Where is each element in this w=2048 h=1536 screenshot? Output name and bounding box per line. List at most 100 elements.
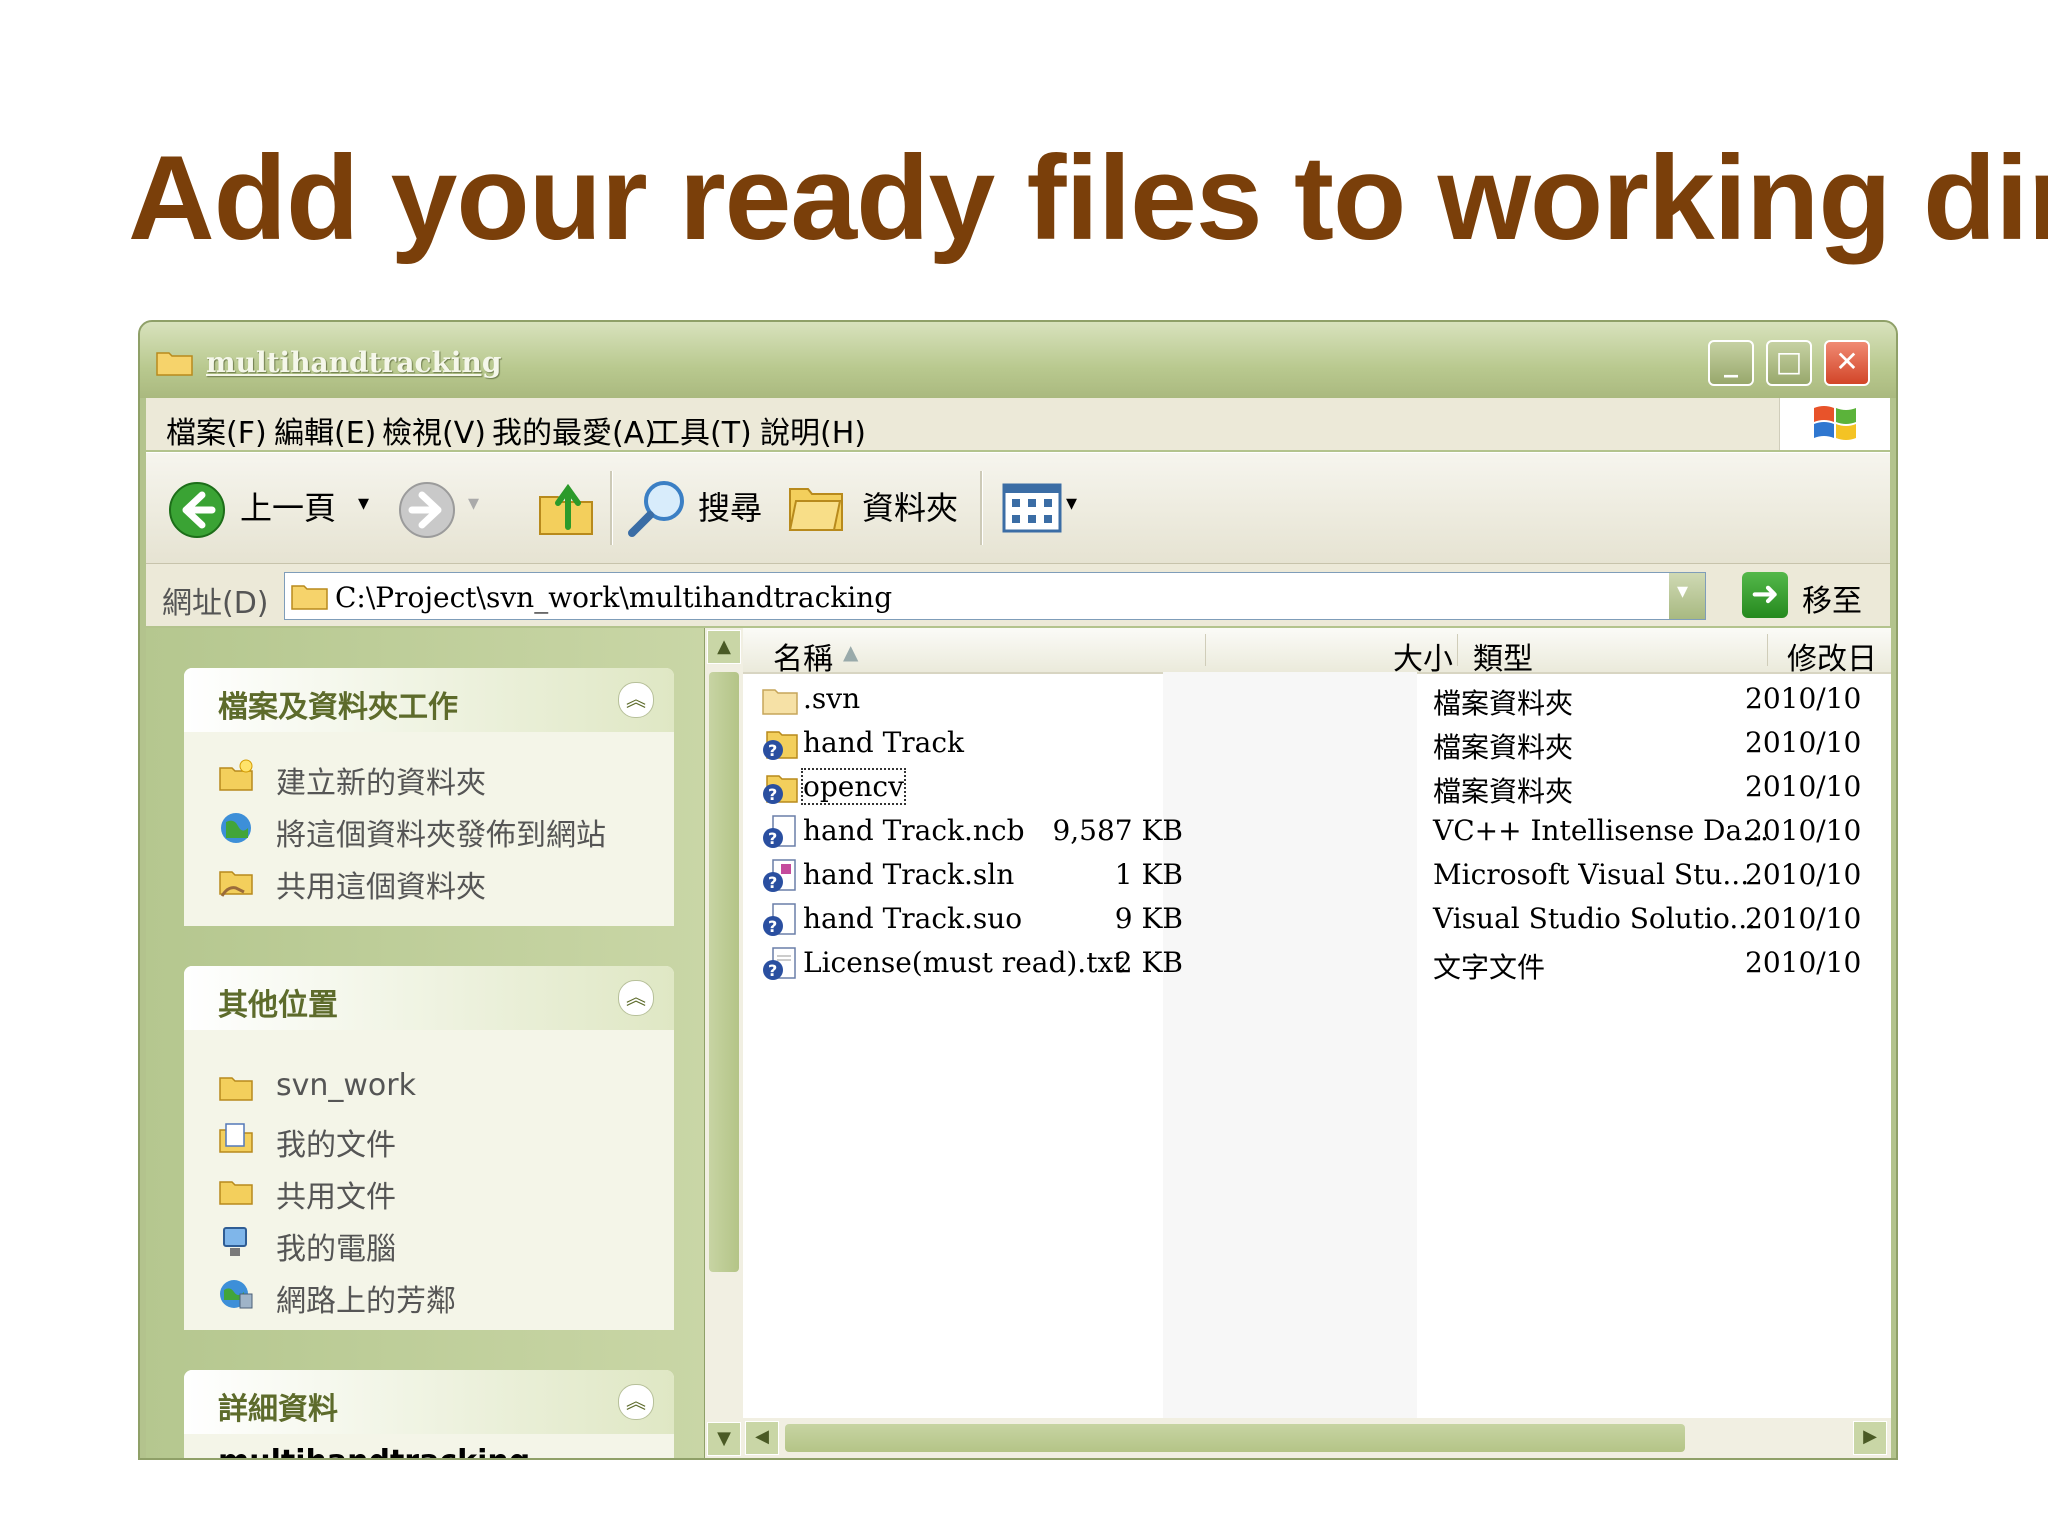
column-divider[interactable] (1767, 634, 1768, 666)
file-type: Microsoft Visual Stu... (1433, 858, 1750, 891)
share-folder-icon (219, 871, 253, 897)
folders-button[interactable]: 資料夾 (862, 483, 958, 529)
minimize-button[interactable]: _ (1708, 340, 1754, 386)
address-dropdown-button[interactable]: ▾ (1669, 573, 1705, 619)
other-places-header[interactable]: 其他位置 ︽ (184, 966, 674, 1030)
address-bar: 網址(D) C:\Project\svn_work\multihandtrack… (146, 564, 1890, 626)
file-name: License(must read).txt (803, 946, 1125, 979)
place-svn-work-label: svn_work (276, 1068, 416, 1103)
file-size: 9 KB (1114, 902, 1183, 935)
collapse-icon[interactable]: ︽ (618, 682, 654, 718)
folder-icon (219, 1181, 253, 1205)
forward-dropdown-icon[interactable]: ▾ (468, 491, 479, 516)
file-type: Visual Studio Solutio... (1433, 902, 1757, 935)
svn-file-icon: ? (763, 815, 796, 848)
scroll-thumb[interactable] (785, 1424, 1685, 1452)
scroll-left-button[interactable]: ◀ (745, 1421, 779, 1455)
column-divider[interactable] (1457, 634, 1458, 666)
place-my-documents-label: 我的文件 (276, 1128, 396, 1163)
toolbar-separator (610, 471, 613, 545)
views-icon[interactable] (1002, 483, 1062, 533)
file-modified: 2010/10 (1745, 902, 1862, 935)
window-title: multihandtracking (206, 346, 502, 379)
close-button[interactable]: ✕ (1824, 340, 1870, 386)
task-new-folder[interactable]: 建立新的資料夾 (184, 750, 674, 802)
menu-file[interactable]: 檔案(F) (166, 408, 267, 452)
column-modified[interactable]: 修改日 (1787, 634, 1877, 678)
column-type[interactable]: 類型 (1473, 634, 1533, 678)
search-button[interactable]: 搜尋 (698, 483, 762, 529)
menu-edit[interactable]: 編輯(E) (274, 408, 376, 452)
menu-view[interactable]: 檢視(V) (382, 408, 486, 452)
svg-text:?: ? (768, 741, 777, 760)
file-type: 檔案資料夾 (1433, 687, 1574, 720)
go-arrow-icon[interactable]: ➜ (1742, 572, 1788, 618)
place-my-computer[interactable]: 我的電腦 (184, 1216, 674, 1268)
place-my-documents[interactable]: 我的文件 (184, 1112, 674, 1164)
place-network[interactable]: 網路上的芳鄰 (184, 1268, 674, 1320)
views-dropdown-icon[interactable]: ▾ (1066, 491, 1077, 516)
file-name: hand Track.ncb (803, 814, 1025, 847)
menu-help[interactable]: 說明(H) (760, 408, 866, 452)
svg-text:?: ? (768, 829, 777, 848)
scroll-down-button[interactable]: ▼ (707, 1422, 741, 1456)
forward-arrow-icon[interactable] (398, 481, 456, 539)
back-button[interactable]: 上一頁 (240, 483, 336, 529)
details-folder-name: multihandtracking (218, 1444, 530, 1458)
place-shared-documents[interactable]: 共用文件 (184, 1164, 674, 1216)
computer-icon (223, 1227, 247, 1256)
collapse-icon[interactable]: ︽ (618, 980, 654, 1016)
file-name: hand Track.sln (803, 858, 1015, 891)
folders-icon[interactable] (786, 479, 846, 535)
column-header-row: 名稱 ▲ 大小 類型 修改日 (743, 628, 1891, 677)
svg-text:?: ? (768, 961, 777, 980)
folder-up-icon[interactable] (536, 477, 596, 539)
task-share-folder[interactable]: 共用這個資料夾 (184, 854, 674, 906)
scroll-thumb[interactable] (709, 672, 739, 1272)
address-input[interactable]: C:\Project\svn_work\multihandtracking ▾ (284, 572, 1706, 620)
scroll-right-button[interactable]: ▶ (1853, 1421, 1887, 1455)
maximize-button[interactable]: □ (1766, 340, 1812, 386)
menu-tools[interactable]: 工具(T) (650, 408, 752, 452)
place-svn-work[interactable]: svn_work (184, 1060, 674, 1112)
file-tasks-header[interactable]: 檔案及資料夾工作 ︽ (184, 668, 674, 732)
column-name[interactable]: 名稱 (773, 634, 833, 678)
address-path: C:\Project\svn_work\multihandtracking (335, 581, 893, 614)
file-size: 2 KB (1114, 946, 1183, 979)
file-list: ▲ ▼ 名稱 ▲ 大小 類型 修改日 .svn 檔案資料夾 2010/10 ? … (704, 628, 1891, 1458)
file-row[interactable]: ? hand Track.suo 9 KB Visual Studio Solu… (753, 898, 1883, 942)
go-button[interactable]: 移至 (1802, 576, 1862, 620)
folder-icon (291, 585, 328, 610)
svn-file-icon: ? (763, 903, 796, 936)
file-modified: 2010/10 (1745, 814, 1862, 847)
vertical-scrollbar[interactable]: ▲ ▼ (705, 628, 743, 1458)
file-row[interactable]: ? hand Track 檔案資料夾 2010/10 (753, 722, 1883, 766)
scroll-up-button[interactable]: ▲ (707, 630, 741, 664)
file-modified: 2010/10 (1745, 946, 1862, 979)
file-type: VC++ Intellisense Da... (1433, 814, 1769, 847)
file-type: 檔案資料夾 (1433, 775, 1574, 808)
file-row[interactable]: ? opencv 檔案資料夾 2010/10 (753, 766, 1883, 810)
new-folder-icon (219, 759, 253, 791)
task-publish-folder[interactable]: 將這個資料夾發佈到網站 (184, 802, 674, 854)
task-share-folder-label: 共用這個資料夾 (276, 870, 486, 905)
place-network-label: 網路上的芳鄰 (276, 1284, 456, 1319)
menu-favorites[interactable]: 我的最愛(A) (492, 408, 656, 452)
file-row[interactable]: .svn 檔案資料夾 2010/10 (753, 678, 1883, 722)
details-header[interactable]: 詳細資料 ︽ (184, 1370, 674, 1434)
back-arrow-icon[interactable] (168, 481, 226, 539)
back-dropdown-icon[interactable]: ▾ (358, 491, 369, 516)
title-bar[interactable]: multihandtracking _ □ ✕ (140, 322, 1896, 398)
file-modified: 2010/10 (1745, 770, 1862, 803)
collapse-icon[interactable]: ︽ (618, 1384, 654, 1420)
folder-icon (219, 1077, 253, 1101)
search-icon[interactable] (626, 477, 690, 541)
horizontal-scrollbar[interactable]: ◀ ▶ (743, 1418, 1891, 1458)
file-row[interactable]: ? License(must read).txt 2 KB 文字文件 2010/… (753, 942, 1883, 986)
toolbar: 上一頁 ▾ ▾ 搜尋 資料夾 ▾ (146, 452, 1890, 564)
column-divider[interactable] (1205, 634, 1206, 666)
folder-icon (762, 689, 798, 715)
file-name: hand Track.suo (803, 902, 1023, 935)
file-row[interactable]: ? hand Track.sln 1 KB Microsoft Visual S… (753, 854, 1883, 898)
file-row[interactable]: ? hand Track.ncb 9,587 KB VC++ Intellise… (753, 810, 1883, 854)
